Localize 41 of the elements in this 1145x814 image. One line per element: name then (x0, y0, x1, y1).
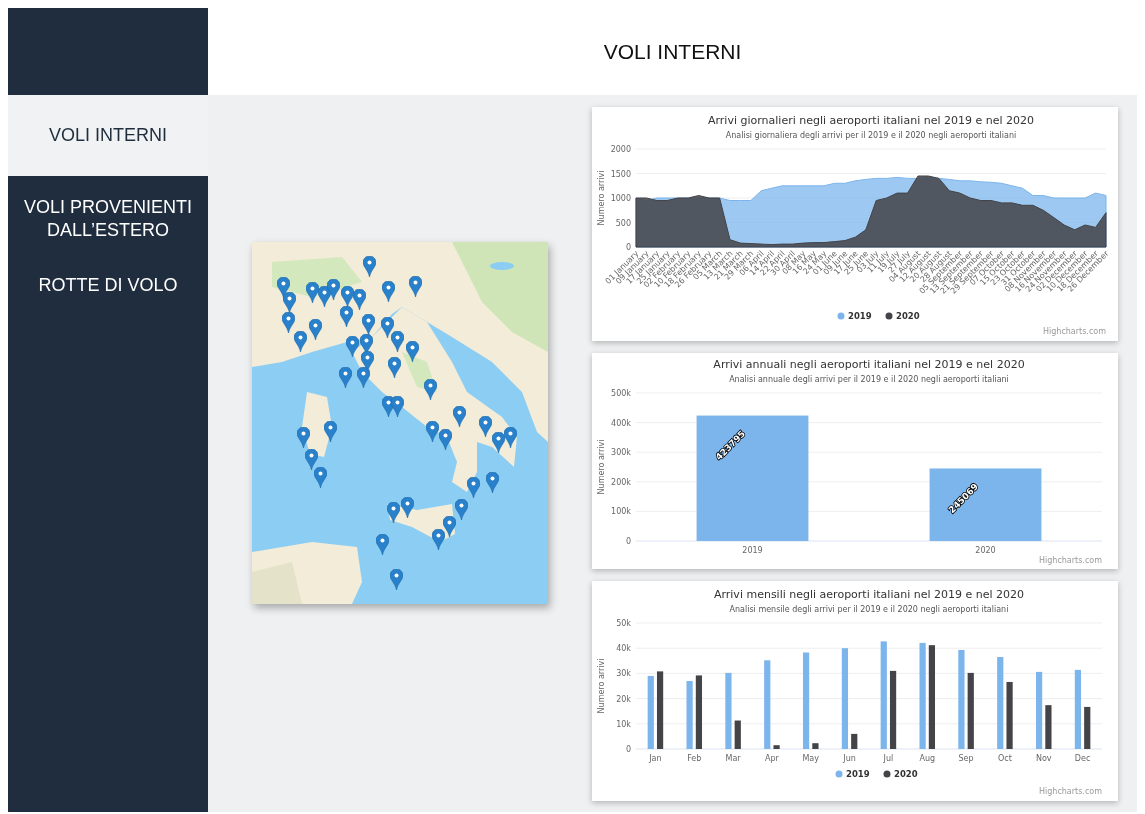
axis-tick-label: Feb (687, 754, 702, 763)
axis-tick-label: 0 (625, 745, 631, 754)
axis-tick-label: Sep (958, 754, 974, 763)
axis-tick-label: 20k (616, 694, 631, 704)
axis-tick-label: 1500 (610, 169, 631, 179)
axis-tick-label: Jun (843, 754, 856, 763)
axis-tick-label: 200k (611, 477, 631, 487)
chart-title: Arrivi annuali negli aeroporti italiani nel 2019 e nel 2020 (713, 358, 1025, 371)
axis-tick-label: 0 (625, 537, 631, 546)
axis-tick-label: Apr (765, 754, 779, 763)
chart-subtitle: Analisi giornaliera degli arrivi per il 2019 e il 2020 negli aeroporti italiani (725, 131, 1017, 140)
axis-tick-label: 40k (616, 644, 631, 654)
axis-tick-label: 400k (611, 418, 631, 428)
axis-tick-label: 30k (616, 669, 631, 679)
axis-tick-label: 50k (616, 619, 631, 628)
axis-tick-label: Dec (1074, 754, 1091, 763)
axis-tick-label: Jan (649, 754, 662, 763)
chart-title: Arrivi giornalieri negli aeroporti italiani nel 2019 e nel 2020 (708, 114, 1034, 127)
axis-tick-label: Oct (998, 754, 1012, 763)
axis-tick-label: 300k (611, 448, 631, 458)
axis-tick-label: 2019 (742, 546, 763, 555)
axis-title: Numero arrivi (597, 170, 606, 226)
axis-title: Numero arrivi (597, 439, 606, 495)
axis-tick-label: May (802, 754, 819, 763)
chart-subtitle: Analisi mensile degli arrivi per il 2019 e il 2020 negli aeroporti italiani (729, 605, 1009, 614)
axis-tick-label: 2000 (610, 145, 631, 154)
axis-tick-label: 500 (615, 218, 631, 228)
axis-tick-label: 10k (616, 719, 631, 729)
axis-tick-label: Mar (725, 754, 741, 763)
axis-tick-label: Aug (919, 754, 936, 763)
axis-tick-label: 2020 (975, 546, 996, 555)
axis-tick-label: 0 (625, 243, 631, 252)
axis-tick-label: 100k (611, 507, 631, 517)
axis-tick-label: 500k (611, 389, 631, 398)
axis-title: Numero arrivi (597, 658, 606, 714)
chart-title: Arrivi mensili negli aeroporti italiani nel 2019 e nel 2020 (713, 588, 1025, 601)
axis-tick-label: Nov (1035, 754, 1052, 763)
chart-subtitle: Analisi annuale degli arrivi per il 2019 e il 2020 negli aeroporti italiani (729, 375, 1009, 384)
page-title: VOLI INTERNI (603, 39, 742, 64)
axis-tick-label: Jul (883, 754, 894, 763)
axis-tick-label: 1000 (610, 194, 631, 203)
